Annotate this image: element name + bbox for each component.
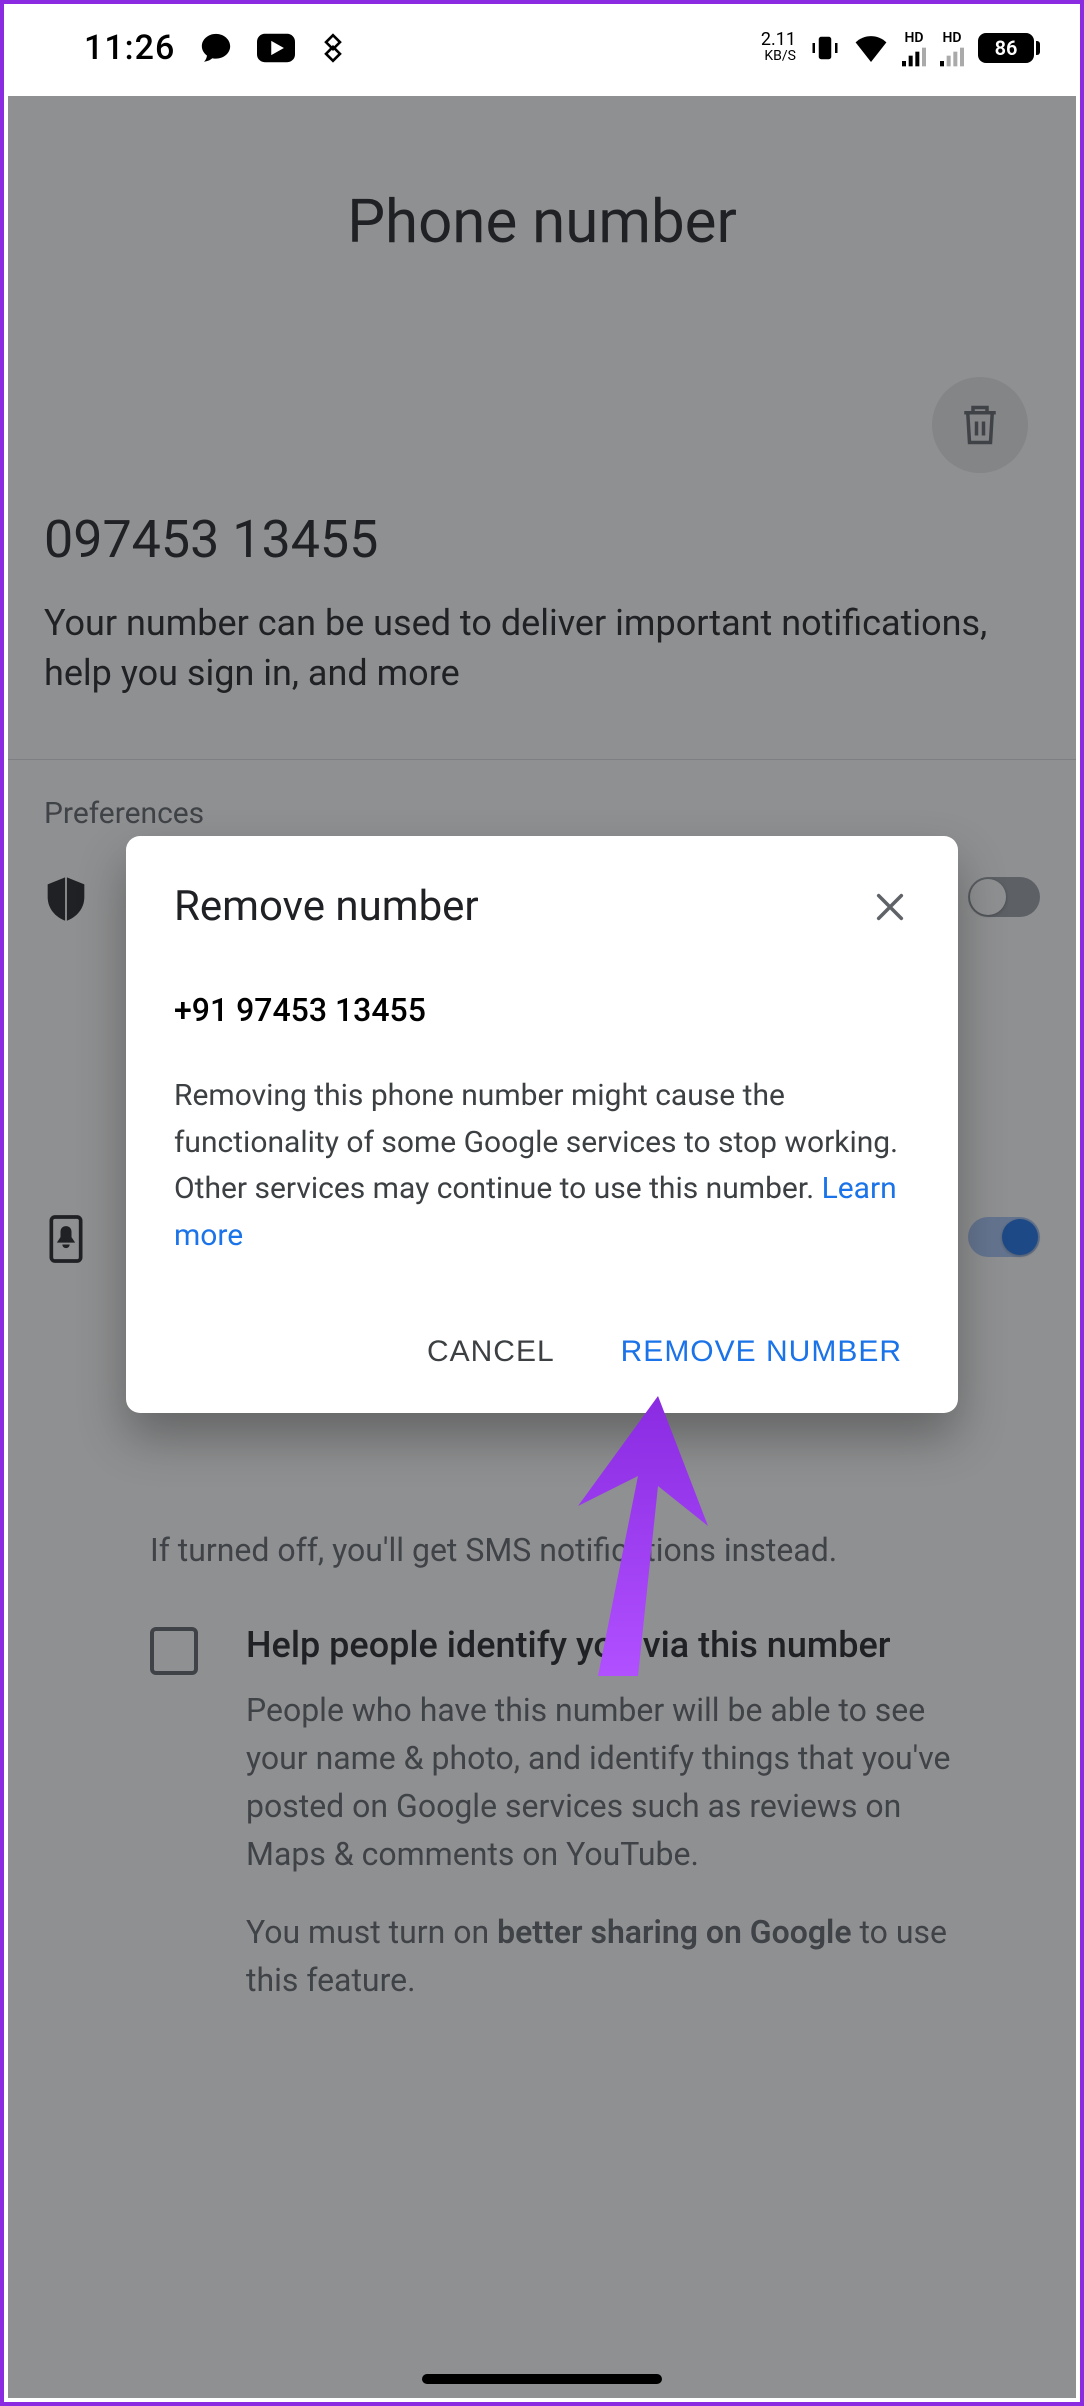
- status-bar: 11:26 2.11 KB/S HD: [4, 4, 1080, 92]
- wifi-icon: [854, 34, 888, 62]
- signal-2-icon: HD: [940, 30, 964, 67]
- home-indicator[interactable]: [422, 2374, 662, 2384]
- chat-icon: [199, 31, 233, 65]
- close-icon: [873, 890, 907, 924]
- youtube-icon: [257, 33, 295, 63]
- vibrate-icon: [810, 33, 840, 63]
- network-speed: 2.11 KB/S: [761, 32, 796, 64]
- dialog-title: Remove number: [174, 882, 479, 931]
- signal-1-icon: HD: [902, 30, 926, 67]
- dialog-phone-number: +91 97453 13455: [174, 991, 910, 1029]
- dialog-close-button[interactable]: [870, 887, 910, 927]
- remove-number-button[interactable]: REMOVE NUMBER: [613, 1319, 910, 1385]
- dialog-body-text: Removing this phone number might cause t…: [174, 1073, 910, 1259]
- status-time: 11:26: [84, 28, 175, 68]
- fitness-icon: [319, 31, 347, 65]
- battery-indicator: 86: [978, 33, 1040, 63]
- cancel-button[interactable]: CANCEL: [419, 1319, 563, 1385]
- remove-number-dialog: Remove number +91 97453 13455 Removing t…: [126, 836, 958, 1413]
